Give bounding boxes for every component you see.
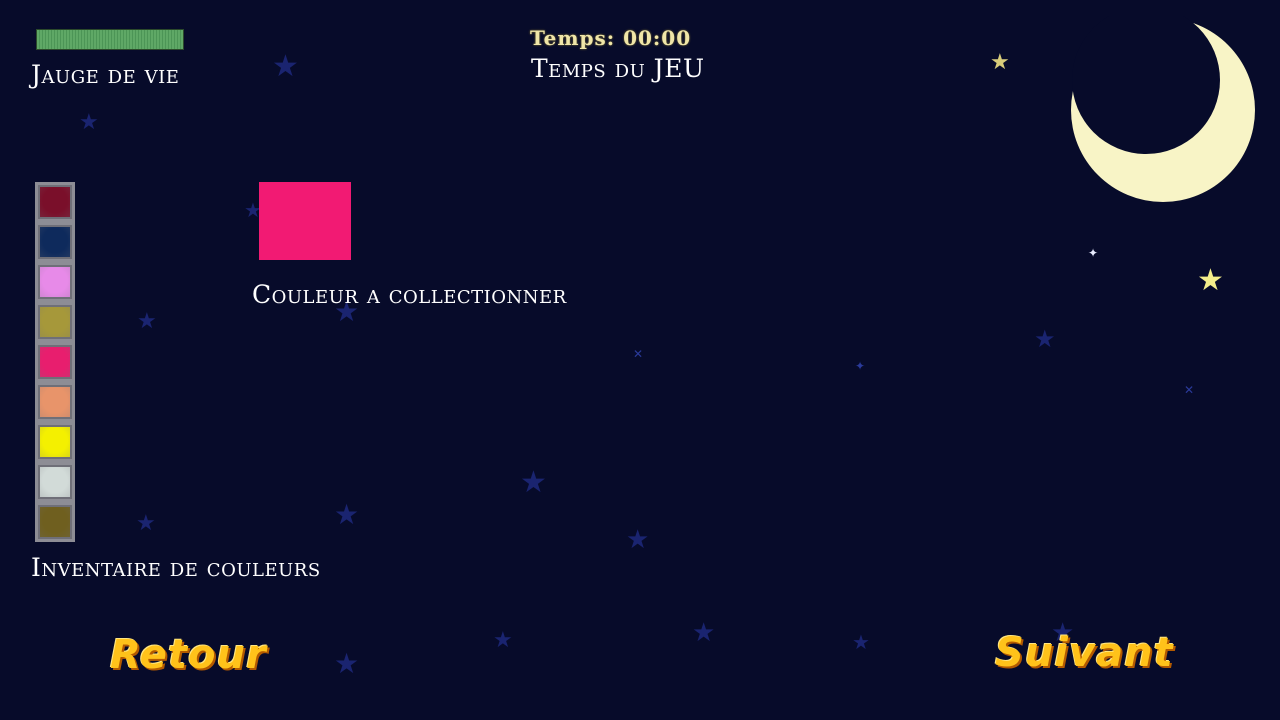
star-icon: ★ bbox=[692, 618, 716, 648]
star-icon: ★ bbox=[990, 50, 1010, 75]
color-inventory bbox=[35, 182, 75, 542]
health-gauge bbox=[36, 29, 184, 50]
star-icon: ★ bbox=[334, 647, 360, 680]
sparkle-icon: ✕ bbox=[1184, 383, 1195, 397]
star-icon: ★ bbox=[136, 511, 156, 536]
health-gauge-fill bbox=[37, 30, 183, 49]
target-label: Couleur a collectionner bbox=[252, 280, 567, 309]
star-icon: ★ bbox=[137, 309, 157, 334]
inventory-color-swatch bbox=[40, 347, 70, 377]
timer-label: Temps du JEU bbox=[531, 54, 705, 83]
inventory-label: Inventaire de couleurs bbox=[31, 553, 321, 582]
target-color-swatch bbox=[259, 182, 351, 260]
star-icon: ★ bbox=[272, 49, 299, 84]
inventory-slot[interactable] bbox=[35, 222, 75, 262]
inventory-color-swatch bbox=[40, 507, 70, 537]
sparkle-icon: ✦ bbox=[855, 359, 866, 373]
inventory-color-swatch bbox=[40, 387, 70, 417]
star-icon: ★ bbox=[852, 630, 870, 654]
inventory-color-swatch bbox=[40, 267, 70, 297]
inventory-color-swatch bbox=[40, 467, 70, 497]
inventory-slot[interactable] bbox=[35, 182, 75, 222]
star-icon: ★ bbox=[493, 628, 513, 653]
moon-icon bbox=[1071, 16, 1255, 202]
next-button[interactable]: Suivant bbox=[995, 630, 1174, 676]
timer-display: Temps: 00:00 bbox=[530, 26, 692, 50]
inventory-slot[interactable] bbox=[35, 262, 75, 302]
star-icon: ★ bbox=[1197, 263, 1224, 298]
inventory-slot[interactable] bbox=[35, 502, 75, 542]
star-icon: ★ bbox=[334, 498, 360, 531]
sparkle-icon: ✦ bbox=[1088, 246, 1099, 260]
star-icon: ★ bbox=[520, 465, 547, 500]
inventory-slot[interactable] bbox=[35, 422, 75, 462]
inventory-slot[interactable] bbox=[35, 382, 75, 422]
inventory-color-swatch bbox=[40, 227, 70, 257]
inventory-slot[interactable] bbox=[35, 342, 75, 382]
inventory-color-swatch bbox=[40, 427, 70, 457]
back-button[interactable]: Retour bbox=[110, 632, 267, 678]
inventory-slot[interactable] bbox=[35, 462, 75, 502]
sparkle-icon: ✕ bbox=[633, 347, 644, 361]
inventory-color-swatch bbox=[40, 307, 70, 337]
star-icon: ★ bbox=[79, 110, 99, 135]
health-label: Jauge de vie bbox=[31, 60, 180, 89]
inventory-slot[interactable] bbox=[35, 302, 75, 342]
star-icon: ★ bbox=[1034, 325, 1056, 353]
star-icon: ★ bbox=[626, 525, 650, 555]
inventory-color-swatch bbox=[40, 187, 70, 217]
